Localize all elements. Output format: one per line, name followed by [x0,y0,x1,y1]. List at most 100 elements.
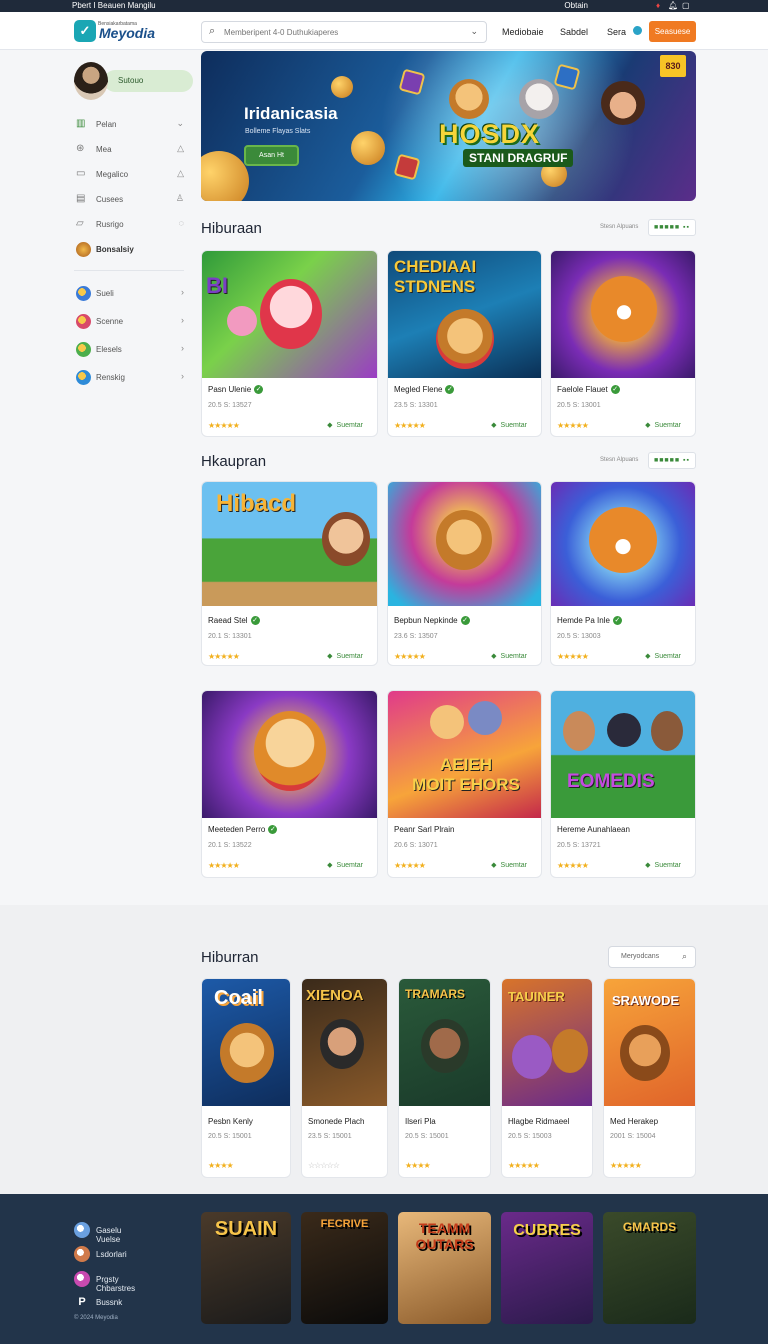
chevron-right-icon[interactable]: › [181,287,184,297]
bell-icon[interactable]: 🔔︎ [668,0,678,12]
chevron-down-icon[interactable]: ⌄ [470,26,478,37]
sidebar-item-pelan[interactable]: ▥ Pelan ⌄ [74,116,184,134]
game-thumbnail[interactable] [202,691,377,818]
poster-card[interactable]: Coail Pesbn Kenly 20.5 S: 15001 ★★★★ [201,978,291,1178]
card-tag[interactable]: Suemtar [645,861,681,869]
verified-icon: ✓ [460,616,470,626]
game-card[interactable]: CHEDIAAI STDNENS Megled Flene ✓ 23.5 S: 13… [387,250,542,437]
card-tag[interactable]: Suemtar [491,652,527,660]
sidebar-channel-scenne[interactable]: Scenne › [74,313,184,331]
footer-poster[interactable]: FECRIVE [301,1212,388,1324]
poster-title: TRAMARS [405,987,465,1001]
footer-poster[interactable]: TEAMM OUTARS [398,1212,491,1324]
sidebar-item-cusees[interactable]: ▤ Cusees ♙ [74,191,184,209]
logo-icon[interactable]: ✓ [74,20,96,42]
game-thumbnail[interactable]: Hibacd [202,482,377,606]
footer-poster[interactable]: SUAIN [201,1212,291,1324]
top-strip-right[interactable]: Obtain [564,0,588,12]
footer-poster-title: FECRIVE [320,1218,369,1230]
game-card[interactable]: Meeteden Perro✓ 20.1 S: 13522 ★★★★★ Suem… [201,690,378,878]
game-card[interactable]: Hibacd Raead Stel✓ 20.1 S: 13301 ★★★★★ S… [201,481,378,666]
footer-poster[interactable]: CUBRES [501,1212,593,1324]
footer-poster-title: GMARDS [622,1220,677,1234]
section-see-all[interactable]: Stesn Alpuans [600,457,638,463]
poster-thumbnail[interactable]: Coail [202,979,290,1106]
rating-stars: ★★★★★ [557,421,589,430]
logo-text[interactable]: Meyodia [99,25,155,41]
card-title: Faelole Flauet ✓ [557,385,620,395]
poster-card[interactable]: SRAWODE Med Herakep 2001 S: 15004 ★★★★★ [603,978,696,1178]
game-thumbnail[interactable] [388,482,541,606]
hero-banner[interactable]: Iridanicasia Bolleme Flayas Slats Asan H… [201,51,696,201]
verified-icon: ✓ [445,385,455,395]
game-card[interactable]: Faelole Flauet✓ 20.5 S: 13001 ★★★★★ Suem… [550,250,696,437]
avatar[interactable] [74,62,108,100]
game-card[interactable]: AEIEH MOIT EHORS Peanr Sarl Plrain 20.6 S… [387,690,542,878]
footer-link-label: Gaselu Vuelse [96,1226,122,1244]
card-tag[interactable]: Suemtar [491,861,527,869]
card-tag[interactable]: Suemtar [645,652,681,660]
game-thumbnail[interactable]: CHEDIAAI STDNENS [388,251,541,378]
game-thumbnail[interactable]: AEIEH MOIT EHORS [388,691,541,818]
poster-thumbnail[interactable]: XIENOA [302,979,387,1106]
card-tag[interactable]: Suemtar [327,421,363,429]
sidebar-item-megalico[interactable]: ▭ Megalico △ [74,166,184,184]
card-title: Meeteden Perro ✓ [208,825,278,835]
poster-title: XIENOA [306,987,364,1004]
folder-icon: ▱ [76,218,84,229]
chevron-right-icon[interactable]: › [181,315,184,325]
game-card[interactable]: BI Pasn Ulenie✓ 20.5 S: 13527 ★★★★★ Suem… [201,250,378,437]
footer-avatar-icon [74,1246,90,1262]
section-view-toggle[interactable]: ■■■■■ ▪▪ [648,219,696,236]
channel-avatar-icon [76,314,91,329]
section-search[interactable]: Meryodcans ⌕ [608,946,696,968]
sidebar-channel-sueli[interactable]: Sueli › [74,285,184,303]
poster-card[interactable]: XIENOA Smonede Plach 23.5 S: 15001 ☆☆☆☆☆ [301,978,388,1178]
card-tag[interactable]: Suemtar [327,652,363,660]
card-tag[interactable]: Suemtar [645,421,681,429]
game-thumbnail[interactable]: BI [202,251,377,378]
poster-card[interactable]: TAUINER Hlagbe Ridmaeel 20.5 S: 15003 ★★… [501,978,593,1178]
chevron-down-icon[interactable]: ⌄ [176,118,184,129]
nav-link-2[interactable]: Sabdel [560,27,588,37]
poster-card[interactable]: TRAMARS Ilseri Pla 20.5 S: 15001 ★★★★ [398,978,491,1178]
game-card[interactable]: Bepbun Nepkinde✓ 23.6 S: 13507 ★★★★★ Sue… [387,481,542,666]
chevron-right-icon[interactable]: › [181,343,184,353]
card-date: 2001 S: 15004 [610,1133,656,1140]
hero-play-button[interactable]: Asan Ht [244,145,299,166]
sidebar-item-bonsalsiy[interactable]: Bonsalsiy [74,241,184,259]
poster-thumbnail[interactable]: TRAMARS [399,979,490,1106]
sidebar-channel-elesels[interactable]: Elesels › [74,341,184,359]
profile[interactable]: Sutouo [74,62,194,100]
game-card[interactable]: Hemde Pa Inle✓ 20.5 S: 13003 ★★★★★ Suemt… [550,481,696,666]
footer-poster[interactable]: GMARDS [603,1212,696,1324]
rating-stars: ★★★★★ [508,1161,540,1170]
sidebar-item-mea[interactable]: ⊛ Mea △ [74,141,184,159]
nav-link-3[interactable]: Sera [607,27,626,37]
game-thumbnail[interactable]: EOMEDIS [551,691,695,818]
sidebar-channel-renskig[interactable]: Renskig › [74,369,184,387]
poster-thumbnail[interactable]: TAUINER [502,979,592,1106]
header: ✓ Bensiakarbatama Meyodia ⌕ ⌄ Mediobaie … [0,12,768,50]
section-see-all[interactable]: Stesn Alpuans [600,224,638,230]
nav-link-1[interactable]: Mediobaie [502,27,544,37]
game-thumbnail[interactable] [551,251,695,378]
poster-thumbnail[interactable]: SRAWODE [604,979,695,1106]
user-icon[interactable]: ▢ [682,0,690,12]
game-thumbnail[interactable] [551,482,695,606]
bear-mascot-icon [449,79,489,119]
section-view-toggle[interactable]: ■■■■■ ▪▪ [648,452,696,469]
game-card[interactable]: EOMEDIS Hereme Aunahlaean 20.5 S: 13721 … [550,690,696,878]
gift-icon[interactable]: ♦ [656,0,660,12]
card-tag[interactable]: Suemtar [327,861,363,869]
sidebar-item-rusrigo[interactable]: ▱ Rusrigo ◌ [74,216,184,234]
card-date: 20.1 S: 13522 [208,842,252,849]
channel-label: Renskig [96,373,125,382]
profile-label[interactable]: Sutouo [104,70,193,92]
search-bar[interactable]: ⌕ ⌄ [201,21,487,43]
signup-button[interactable]: Seasuese [649,21,696,42]
search-input[interactable] [224,25,464,40]
chevron-right-icon[interactable]: › [181,371,184,381]
card-tag[interactable]: Suemtar [491,421,527,429]
poster-title: Coail [214,987,263,1009]
